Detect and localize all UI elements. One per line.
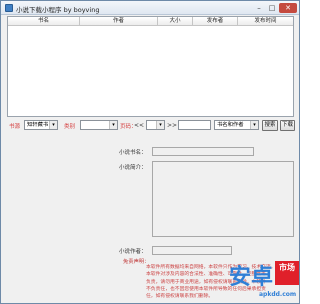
- novel-intro-label: 小说简介：: [119, 165, 147, 171]
- filter-toolbar: 书源 知轩藏书 ▾ 类别 ▾ 页码： << ▾ >> 书名和作者 ▾ 搜索 下载: [1, 120, 301, 132]
- search-button[interactable]: 搜索: [262, 120, 278, 131]
- category-label: 类别: [64, 124, 76, 130]
- watermark-site: apkdd.com: [259, 291, 297, 298]
- novel-list[interactable]: 书名 作者 大小 发布者 发布时间: [7, 16, 294, 117]
- novel-intro-field[interactable]: [152, 161, 294, 237]
- category-select[interactable]: ▾: [80, 120, 118, 130]
- search-type-select[interactable]: 书名和作者 ▾: [214, 120, 259, 130]
- source-label: 书源: [9, 124, 21, 130]
- watermark-text: 安卓: [229, 265, 274, 290]
- column-header-title[interactable]: 书名: [8, 17, 80, 26]
- app-window: 小说下载小程序 by boyving – □ ✕ 书名 作者 大小 发布者 发布…: [0, 0, 300, 304]
- window-title: 小说下载小程序 by boyving: [16, 6, 100, 14]
- search-type-value: 书名和作者: [217, 122, 244, 128]
- next-page-button[interactable]: >>: [167, 122, 177, 129]
- source-select[interactable]: 知轩藏书 ▾: [24, 120, 58, 130]
- column-header-author[interactable]: 作者: [80, 17, 158, 26]
- watermark-logo: 安卓 市场 apkdd.com: [229, 259, 299, 303]
- novel-name-field[interactable]: [152, 147, 254, 156]
- column-header-publisher[interactable]: 发布者: [193, 17, 238, 26]
- close-button[interactable]: ✕: [279, 3, 297, 13]
- column-header-size[interactable]: 大小: [158, 17, 193, 26]
- search-input[interactable]: [178, 120, 211, 130]
- title-bar[interactable]: 小说下载小程序 by boyving – □ ✕: [1, 1, 299, 15]
- app-icon: [5, 4, 13, 12]
- download-button[interactable]: 下载: [280, 120, 295, 131]
- page-select[interactable]: ▾: [146, 120, 165, 130]
- watermark-badge: 市场: [275, 261, 299, 285]
- novel-name-label: 小说书名：: [119, 150, 147, 156]
- prev-page-button[interactable]: <<: [134, 122, 144, 129]
- chevron-down-icon: ▾: [109, 121, 117, 129]
- minimize-button[interactable]: –: [253, 3, 265, 13]
- maximize-button[interactable]: □: [266, 3, 278, 13]
- column-header-publish-time[interactable]: 发布时间: [238, 17, 293, 26]
- chevron-down-icon: ▾: [250, 121, 258, 129]
- novel-author-field[interactable]: [152, 246, 232, 255]
- chevron-down-icon: ▾: [156, 121, 164, 129]
- novel-author-label: 小说作者：: [119, 249, 147, 255]
- chevron-down-icon: ▾: [49, 121, 57, 129]
- source-select-value: 知轩藏书: [27, 122, 49, 128]
